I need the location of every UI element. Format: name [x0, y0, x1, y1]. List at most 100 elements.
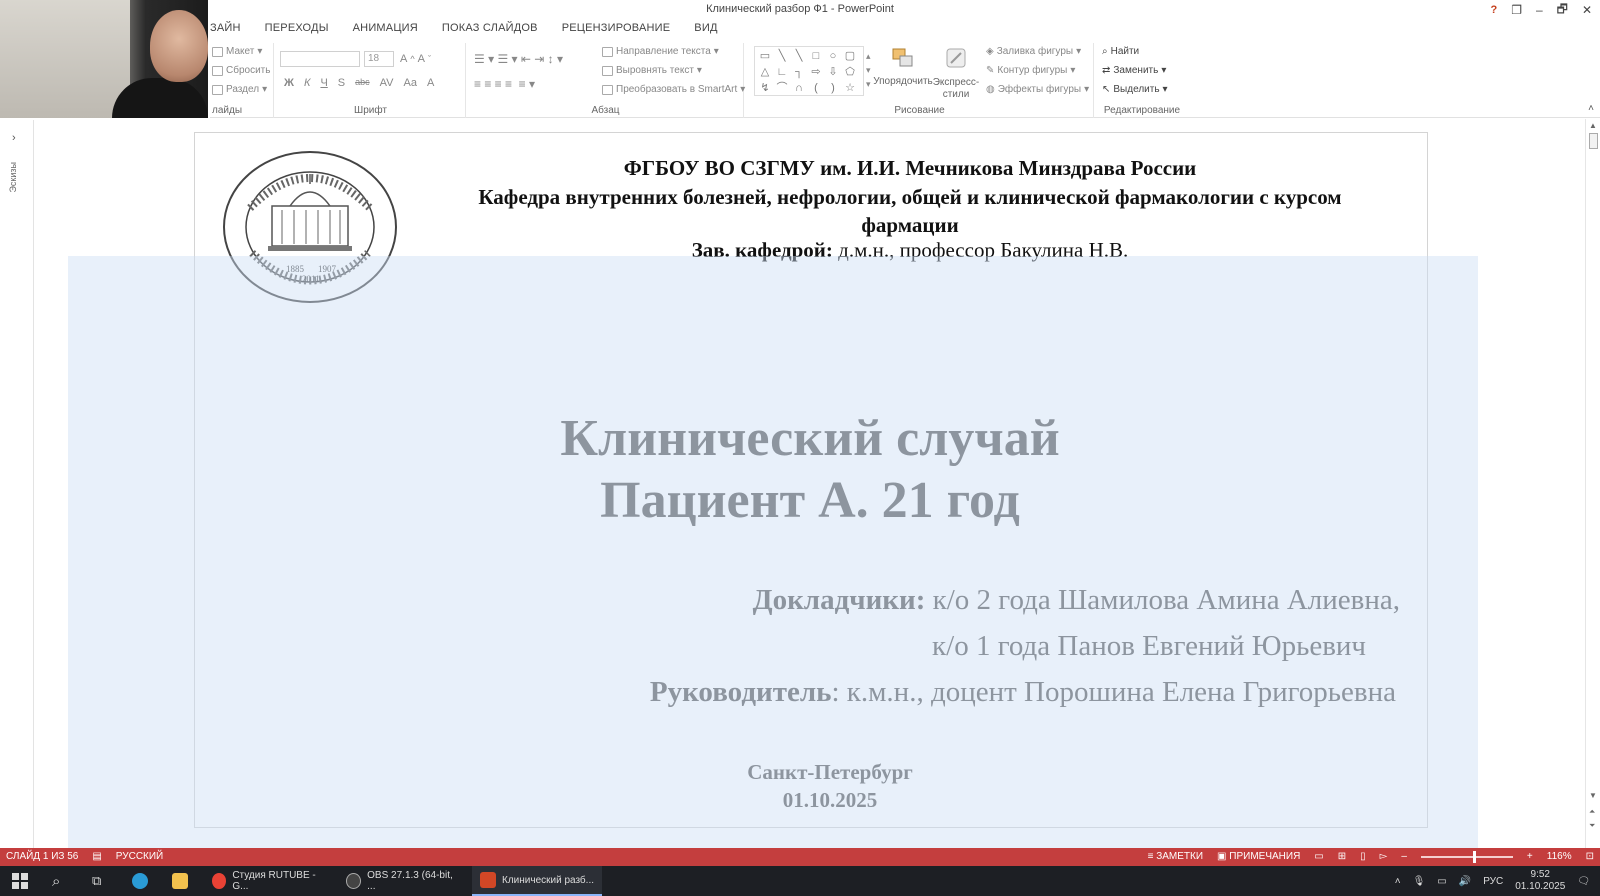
search-icon[interactable]: ⌕ [44, 866, 68, 896]
shape-fill-button[interactable]: ◈ Заливка фигуры ▾ [986, 46, 1081, 57]
arrange-button[interactable]: Упорядочить [868, 47, 938, 87]
shapes-gallery[interactable]: ▭ ╲ ╲ □ ○ ▢ △ ∟ ┐ ⇨ ⇩ ⬠ ↯ ⌒ ∩() ☆ [754, 46, 864, 96]
file-explorer-icon[interactable] [164, 866, 196, 896]
line2-shape-icon[interactable]: ╲ [791, 49, 807, 64]
font-size-dropdown[interactable]: 18 [364, 51, 394, 67]
maximize-button[interactable]: 🗗 [1557, 0, 1568, 21]
elbow-shape-icon[interactable]: ┐ [791, 65, 807, 80]
title-bar: Клинический разбор Ф1 - PowerPoint ? ❐ –… [0, 0, 1600, 20]
tab-design[interactable]: ЗАЙН [210, 22, 241, 42]
triangle-shape-icon[interactable]: △ [757, 65, 773, 80]
reading-view-icon[interactable]: ▯ [1360, 851, 1366, 862]
replace-button[interactable]: ⇄ Заменить ▾ [1102, 65, 1166, 76]
clock[interactable]: 9:52 01.10.2025 [1515, 869, 1565, 893]
arc-shape-icon[interactable]: ⌒ [774, 81, 790, 96]
textbox-shape-icon[interactable]: ▭ [757, 49, 773, 64]
microphone-icon[interactable]: 🎙 [1413, 876, 1426, 887]
arrow-right-shape-icon[interactable]: ⇨ [808, 65, 824, 80]
brace-left-shape-icon[interactable]: ( [808, 81, 824, 96]
taskbar-obs[interactable]: OBS 27.1.3 (64-bit, ... [338, 866, 466, 896]
comments-button[interactable]: ▣ ПРИМЕЧАНИЯ [1217, 851, 1300, 862]
text-direction-button[interactable]: Направление текста ▾ [602, 46, 719, 57]
scroll-up-icon[interactable]: ▲ [1589, 121, 1597, 130]
tray-expand-icon[interactable]: ˄ [1395, 876, 1401, 887]
arrow-down-shape-icon[interactable]: ⇩ [825, 65, 841, 80]
star-shape-icon[interactable]: ☆ [842, 81, 858, 96]
section-button[interactable]: Раздел ▾ [212, 84, 267, 95]
freeform-shape-icon[interactable]: ↯ [757, 81, 773, 96]
align-icons[interactable]: ≡ ≡ ≡ ≡ ≡ ▾ [474, 77, 535, 91]
font-name-dropdown[interactable] [280, 51, 360, 67]
zoom-in-icon[interactable]: + [1527, 851, 1533, 862]
slide-sorter-icon[interactable]: ⊞ [1338, 851, 1346, 862]
zoom-slider[interactable] [1420, 850, 1513, 863]
find-button[interactable]: ⌕ Найти [1102, 46, 1139, 57]
flowchart-shape-icon[interactable]: ⬠ [842, 65, 858, 80]
align-text-button[interactable]: Выровнять текст ▾ [602, 65, 702, 76]
prev-slide-icon[interactable]: ⏶ [1589, 807, 1595, 817]
collapse-ribbon-icon[interactable]: ˄ [1588, 103, 1594, 114]
ribbon-display-icon[interactable]: ❐ [1511, 3, 1522, 17]
tab-view[interactable]: ВИД [694, 22, 717, 42]
fit-to-window-icon[interactable]: ⊡ [1586, 851, 1594, 862]
tab-animation[interactable]: АНИМАЦИЯ [353, 22, 418, 42]
change-case-button[interactable]: Aa [404, 77, 417, 89]
normal-view-icon[interactable]: ▭ [1314, 851, 1323, 862]
zoom-out-icon[interactable]: – [1401, 851, 1407, 862]
close-button[interactable]: ✕ [1582, 3, 1592, 17]
volume-icon[interactable]: 🔊 [1459, 876, 1471, 887]
font-grow-icon[interactable]: A ^ Aˇ [400, 53, 431, 65]
smartart-button[interactable]: Преобразовать в SmartArt ▾ [602, 84, 745, 95]
line-shape-icon[interactable]: ╲ [774, 49, 790, 64]
shape-outline-button[interactable]: ✎ Контур фигуры ▾ [986, 65, 1075, 76]
underline-button[interactable]: Ч [320, 77, 327, 89]
text-direction-icon [602, 46, 613, 57]
input-language[interactable]: РУС [1483, 876, 1503, 887]
vertical-scrollbar[interactable]: ▲ ▼ ⏶ ⏷ [1585, 119, 1600, 848]
bold-button[interactable]: Ж [284, 77, 294, 89]
select-button[interactable]: ↖ Выделить ▾ [1102, 84, 1168, 95]
tab-slideshow[interactable]: ПОКАЗ СЛАЙДОВ [442, 22, 538, 42]
shadow-button[interactable]: S [338, 77, 345, 89]
rounded-rect-shape-icon[interactable]: ▢ [842, 49, 858, 64]
network-icon[interactable]: ▭ [1437, 876, 1446, 887]
brace-right-shape-icon[interactable]: ) [825, 81, 841, 96]
char-spacing-button[interactable]: AV [380, 77, 394, 89]
list-icons[interactable]: ☰ ▾ ☰ ▾ ⇤ ⇥ ↕ ▾ [474, 52, 563, 66]
connector-shape-icon[interactable]: ∟ [774, 65, 790, 80]
thumbnails-label[interactable]: Эскизы [8, 162, 24, 193]
ribbon-tabs: ЗАЙН ПЕРЕХОДЫ АНИМАЦИЯ ПОКАЗ СЛАЙДОВ РЕЦ… [210, 22, 718, 42]
quick-styles-button[interactable]: Экспресс-стили [931, 47, 981, 101]
notes-button[interactable]: ≡ ЗАМЕТКИ [1148, 851, 1203, 862]
reset-button[interactable]: Сбросить [212, 65, 270, 76]
scroll-down-icon[interactable]: ▼ [1589, 791, 1597, 800]
slideshow-icon[interactable]: ▻ [1380, 851, 1388, 862]
tab-review[interactable]: РЕЦЕНЗИРОВАНИЕ [562, 22, 671, 42]
shape-effects-button[interactable]: ◍ Эффекты фигуры ▾ [986, 84, 1089, 95]
scrollbar-thumb[interactable] [1589, 133, 1598, 149]
rect-shape-icon[interactable]: □ [808, 49, 824, 64]
layout-button[interactable]: Макет ▾ [212, 46, 262, 57]
slide-counter[interactable]: СЛАЙД 1 ИЗ 56 [6, 851, 78, 862]
minimize-button[interactable]: – [1536, 3, 1543, 17]
font-color-button[interactable]: A [427, 77, 434, 89]
taskbar-powerpoint[interactable]: Клинический разб... [472, 866, 602, 896]
strikethrough-button[interactable]: abc [355, 77, 370, 89]
help-icon[interactable]: ? [1490, 4, 1497, 16]
drawing-group: ▭ ╲ ╲ □ ○ ▢ △ ∟ ┐ ⇨ ⇩ ⬠ ↯ ⌒ ∩() ☆ ▴ ▾ ▾ Упорядочить Экс… [746, 43, 1094, 118]
task-view-icon[interactable]: ⧉ [84, 866, 109, 896]
notifications-icon[interactable]: 🗨 [1577, 876, 1590, 887]
taskbar-chrome-rutube[interactable]: Студия RUTUBE - G... [204, 866, 332, 896]
language-indicator[interactable]: РУССКИЙ [116, 851, 163, 862]
tab-transitions[interactable]: ПЕРЕХОДЫ [265, 22, 329, 42]
next-slide-icon[interactable]: ⏷ [1589, 821, 1595, 831]
expand-thumbnails-icon[interactable]: › [12, 132, 16, 144]
start-button[interactable] [4, 866, 36, 896]
edge-browser-icon[interactable] [124, 866, 156, 896]
oval-shape-icon[interactable]: ○ [825, 49, 841, 64]
spellcheck-icon[interactable]: ▤ [92, 851, 101, 862]
curve-shape-icon[interactable]: ∩ [791, 81, 807, 96]
italic-button[interactable]: К [304, 77, 310, 89]
zoom-level[interactable]: 116% [1547, 851, 1572, 862]
zoom-slider-handle[interactable] [1472, 850, 1476, 863]
